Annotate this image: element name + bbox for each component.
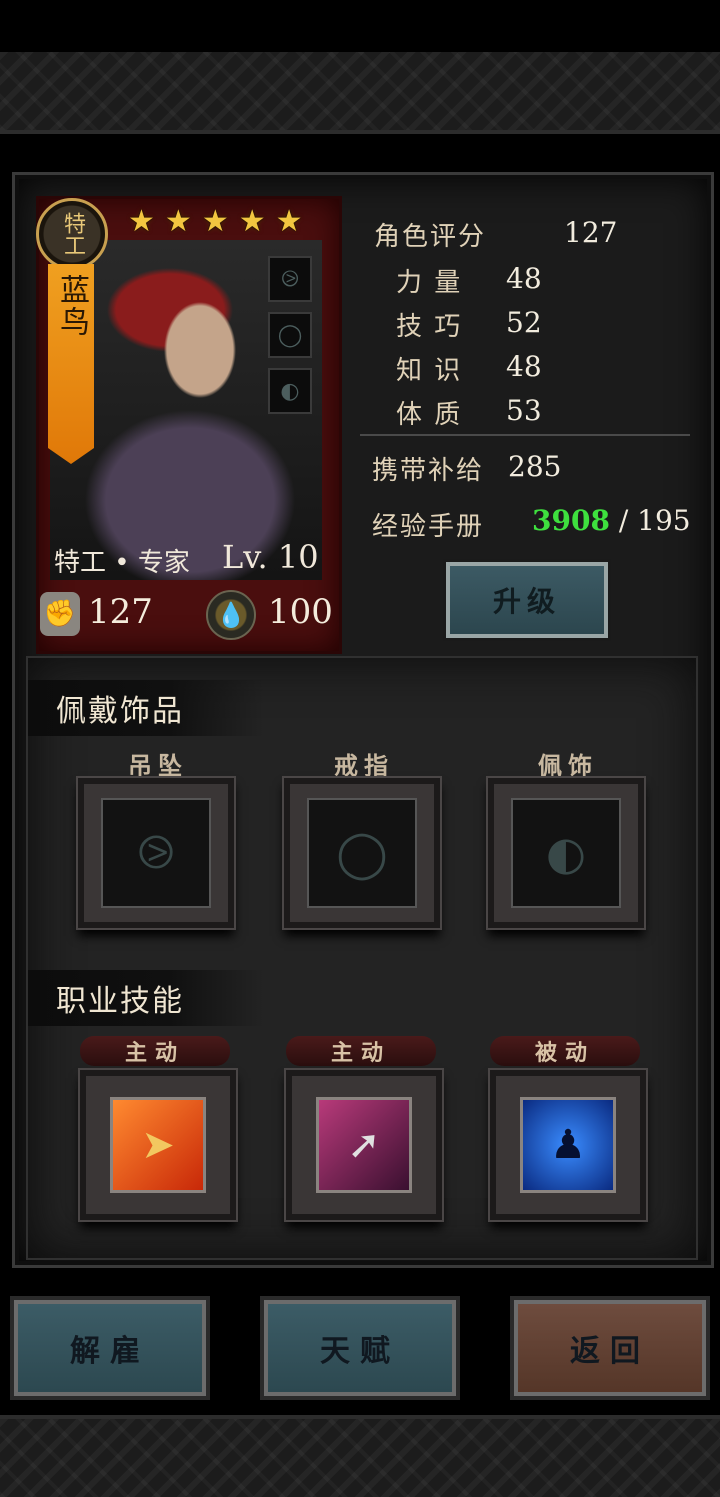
dismiss-button[interactable]: 解雇 <box>10 1296 210 1400</box>
skill-tag-active: 主动 <box>80 1036 230 1066</box>
exp-manual-label: 经验手册 <box>372 512 485 542</box>
power-value: 127 <box>88 592 153 632</box>
exp-separator: / <box>609 504 638 537</box>
charm-slot[interactable]: ◐ <box>488 778 644 928</box>
constitution-value: 53 <box>506 394 542 427</box>
supply-drop-icon: 💧 <box>206 590 256 640</box>
talent-button[interactable]: 天赋 <box>260 1296 460 1400</box>
skill-slot-3[interactable]: ♟ <box>490 1070 646 1220</box>
constitution-label: 体 质 <box>396 400 463 430</box>
hero-name: 蓝鸟 <box>54 274 89 338</box>
hero-class-subtitle: 特工 • 专家 <box>54 548 190 578</box>
exp-manual-value: 3908 / 195 <box>532 504 691 537</box>
equipped-mini-slots: ⧁ ◯ ◐ <box>268 256 312 414</box>
strength-label: 力 量 <box>396 268 463 298</box>
rating-label: 角色评分 <box>374 222 487 252</box>
skill-label: 技 巧 <box>396 312 463 342</box>
spear-icon: ➚ <box>316 1097 412 1193</box>
skills-title: 职业技能 <box>28 970 264 1026</box>
charm-icon: ◐ <box>511 798 621 908</box>
supply-value: 100 <box>268 592 333 632</box>
star-icon: ★ <box>201 204 229 239</box>
ring-icon: ◯ <box>307 798 417 908</box>
knowledge-value: 48 <box>506 350 542 383</box>
ring-icon[interactable]: ◯ <box>268 312 312 358</box>
fist-icon: ✊ <box>40 592 80 636</box>
class-badge: 特工 <box>36 198 108 270</box>
skill-slot-2[interactable]: ➚ <box>286 1070 442 1220</box>
charm-slot-label: 佩饰 <box>538 751 598 780</box>
charm-icon[interactable]: ◐ <box>268 368 312 414</box>
star-rating: ★ ★ ★ ★ ★ <box>128 204 303 239</box>
carry-supply-label: 携带补给 <box>372 456 485 486</box>
pendant-icon: ⧁ <box>101 798 211 908</box>
star-icon: ★ <box>164 204 192 239</box>
star-icon: ★ <box>275 204 303 239</box>
hero-name-ribbon: 蓝鸟 <box>48 264 94 464</box>
star-icon: ★ <box>128 204 155 239</box>
silhouette-icon: ♟ <box>520 1097 616 1193</box>
stats-divider <box>360 434 690 436</box>
exp-current: 3908 <box>532 504 610 537</box>
back-button[interactable]: 返回 <box>510 1296 710 1400</box>
carry-supply-value: 285 <box>508 450 562 483</box>
top-decorative-band <box>0 52 720 134</box>
bottom-decorative-band <box>0 1415 720 1497</box>
pendant-slot[interactable]: ⧁ <box>78 778 234 928</box>
pendant-icon[interactable]: ⧁ <box>268 256 312 302</box>
strength-value: 48 <box>506 262 542 295</box>
pendant-slot-label: 吊坠 <box>128 751 188 780</box>
upgrade-button[interactable]: 升级 <box>443 559 611 641</box>
skill-slot-1[interactable]: ➤ <box>80 1070 236 1220</box>
ring-slot-label: 戒指 <box>334 751 394 780</box>
hero-level: Lv. 10 <box>222 538 319 576</box>
ring-slot[interactable]: ◯ <box>284 778 440 928</box>
rating-value: 127 <box>564 216 618 249</box>
bullet-icon: ➤ <box>110 1097 206 1193</box>
star-icon: ★ <box>238 204 266 239</box>
skill-value: 52 <box>506 306 542 339</box>
skill-tag-active: 主动 <box>286 1036 436 1066</box>
skill-tag-passive: 被动 <box>490 1036 640 1066</box>
exp-required: 195 <box>637 504 691 537</box>
accessories-title: 佩戴饰品 <box>28 680 264 736</box>
knowledge-label: 知 识 <box>396 356 463 386</box>
